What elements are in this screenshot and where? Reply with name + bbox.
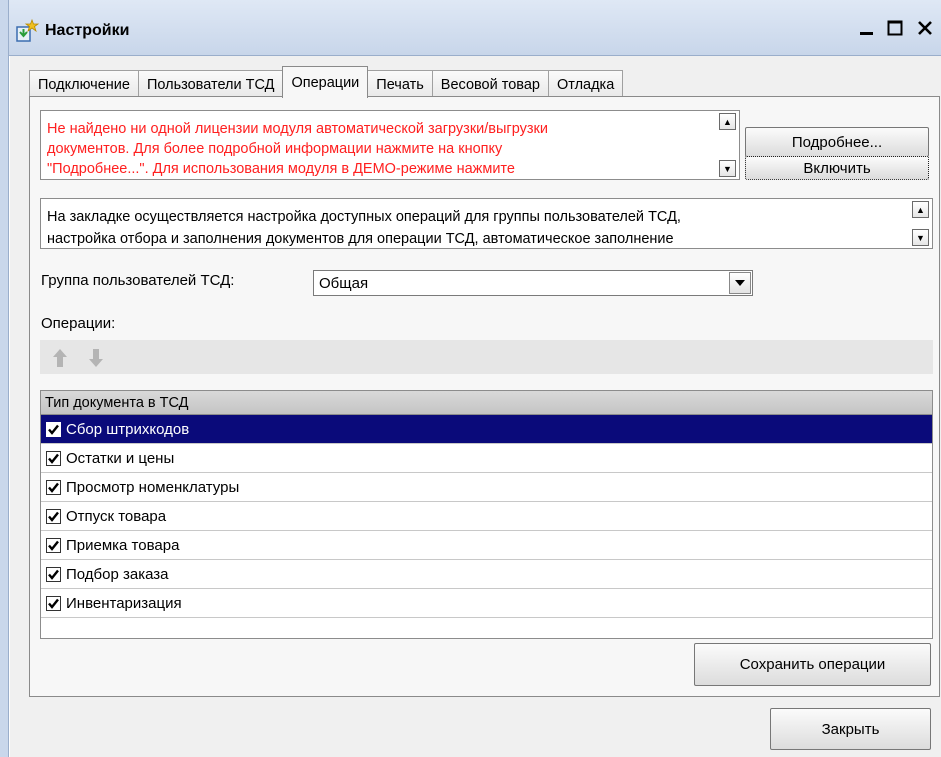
tab-debug[interactable]: Отладка <box>547 70 624 98</box>
more-info-button[interactable]: Подробнее... <box>745 127 929 157</box>
table-row[interactable]: Отпуск товара <box>41 502 932 531</box>
settings-app-icon <box>14 18 40 44</box>
row-label: Приемка товара <box>66 536 180 554</box>
window-left-edge <box>0 0 9 757</box>
arrow-down-icon <box>89 349 103 367</box>
operations-toolbar <box>40 340 933 374</box>
close-button[interactable]: Закрыть <box>770 708 931 750</box>
checkbox[interactable] <box>46 508 61 524</box>
checkbox[interactable] <box>46 537 61 553</box>
check-icon <box>48 482 59 493</box>
tab-bar: Подключение Пользователи ТСД Операции Пе… <box>29 66 624 98</box>
scroll-up-icon[interactable]: ▲ <box>719 113 736 130</box>
row-label: Остатки и цены <box>66 449 175 467</box>
table-row[interactable]: Просмотр номенклатуры <box>41 473 932 502</box>
checkbox[interactable] <box>46 421 61 437</box>
scroll-down-icon[interactable]: ▼ <box>912 229 929 246</box>
scroll-up-icon[interactable]: ▲ <box>912 201 929 218</box>
table-row[interactable]: Приемка товара <box>41 531 932 560</box>
minimize-button[interactable] <box>855 14 879 42</box>
user-group-select[interactable]: Общая <box>313 270 753 296</box>
title-bar: Настройки <box>9 0 941 56</box>
close-window-button[interactable] <box>913 14 937 42</box>
row-label: Отпуск товара <box>66 507 167 525</box>
license-line: Не найдено ни одной лицензии модуля авто… <box>47 121 548 137</box>
checkbox[interactable] <box>46 566 61 582</box>
tab-connection[interactable]: Подключение <box>29 70 139 98</box>
column-header-doc-type[interactable]: Тип документа в ТСД <box>41 391 932 415</box>
license-line: "Подробнее...". Для использования модуля… <box>47 161 515 177</box>
check-icon <box>48 453 59 464</box>
license-warning-text[interactable]: Не найдено ни одной лицензии модуля авто… <box>40 110 740 180</box>
dropdown-button[interactable] <box>729 272 751 294</box>
table-row[interactable]: Остатки и цены <box>41 444 932 473</box>
checkbox[interactable] <box>46 595 61 611</box>
row-label: Просмотр номенклатуры <box>66 478 240 496</box>
license-line: документов. Для более подробной информац… <box>47 141 503 157</box>
maximize-icon <box>887 20 903 36</box>
check-icon <box>48 569 59 580</box>
description-scrollbar[interactable]: ▲ ▼ <box>911 201 930 246</box>
checkbox[interactable] <box>46 479 61 495</box>
save-operations-button[interactable]: Сохранить операции <box>694 643 931 686</box>
row-label: Подбор заказа <box>66 565 169 583</box>
minimize-icon <box>860 32 873 35</box>
operations-label: Операции: <box>41 315 116 332</box>
table-row[interactable]: Инвентаризация <box>41 589 932 618</box>
chevron-down-icon <box>735 280 745 286</box>
row-label: Инвентаризация <box>66 594 182 612</box>
scroll-down-icon[interactable]: ▼ <box>719 160 736 177</box>
check-icon <box>48 424 59 435</box>
check-icon <box>48 540 59 551</box>
description-line: На закладке осуществляется настройка дос… <box>47 209 681 225</box>
move-up-button[interactable] <box>49 346 71 370</box>
close-icon <box>918 21 932 35</box>
check-icon <box>48 598 59 609</box>
window-title: Настройки <box>45 22 130 39</box>
table-row[interactable]: Сбор штрихкодов <box>41 415 932 444</box>
description-text[interactable]: На закладке осуществляется настройка дос… <box>40 198 933 249</box>
operations-table: Тип документа в ТСД Сбор штрихкодов Оста… <box>40 390 933 639</box>
row-label: Сбор штрихкодов <box>66 420 190 438</box>
tab-weight-goods[interactable]: Весовой товар <box>431 70 549 98</box>
move-down-button[interactable] <box>85 346 107 370</box>
license-scrollbar[interactable]: ▲ ▼ <box>718 113 737 177</box>
checkbox[interactable] <box>46 450 61 466</box>
tab-print[interactable]: Печать <box>367 70 433 98</box>
description-line: настройка отбора и заполнения документов… <box>47 231 674 247</box>
maximize-button[interactable] <box>883 14 907 42</box>
user-group-value: Общая <box>319 274 369 292</box>
arrow-up-icon <box>53 349 67 367</box>
check-icon <box>48 511 59 522</box>
user-group-label: Группа пользователей ТСД: <box>41 272 235 289</box>
tab-tsd-users[interactable]: Пользователи ТСД <box>137 70 284 98</box>
tab-operations[interactable]: Операции <box>282 66 369 98</box>
enable-button[interactable]: Включить <box>745 156 929 180</box>
table-row[interactable]: Подбор заказа <box>41 560 932 589</box>
